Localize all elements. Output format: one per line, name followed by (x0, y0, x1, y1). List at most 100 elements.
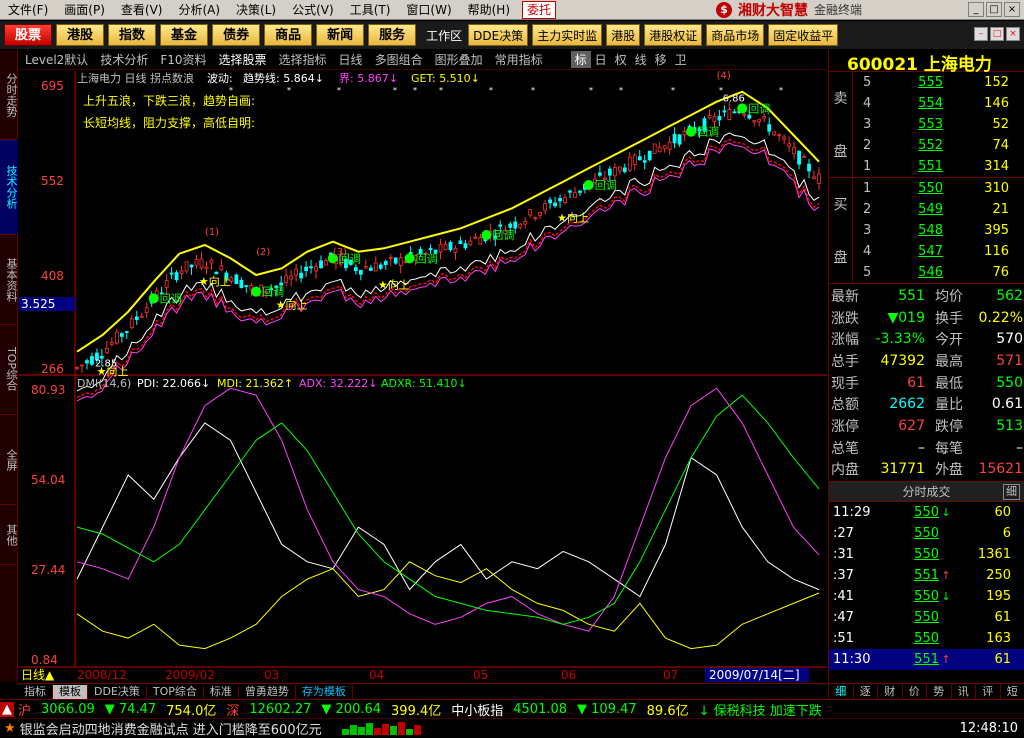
period-label[interactable]: 日线▲ (21, 668, 55, 682)
trade-row[interactable]: :51 550 163 (829, 628, 1024, 649)
line-icon[interactable]: 线 (631, 51, 651, 68)
bid-row[interactable]: 1 550 310 (853, 178, 1024, 199)
menu-file[interactable]: 文件(F) (0, 0, 56, 20)
f10-menu[interactable]: F10资料 (154, 51, 212, 68)
trade-row[interactable]: :41 550 ↓ 195 (829, 586, 1024, 607)
level2-default[interactable]: Level2默认 (19, 51, 94, 68)
tab-standard[interactable]: 标准 (204, 685, 239, 699)
menu-view[interactable]: 查看(V) (113, 0, 171, 20)
tool-fund-button[interactable]: 基金 (160, 24, 208, 46)
tool-bond-button[interactable]: 债券 (212, 24, 260, 46)
tab-top[interactable]: TOP综合 (147, 685, 204, 699)
ask-row[interactable]: 3 553 52 (853, 114, 1024, 135)
bid-row[interactable]: 5 546 76 (853, 262, 1024, 283)
menu-window[interactable]: 窗口(W) (398, 0, 459, 20)
link-hk[interactable]: 港股 (606, 24, 640, 46)
right-tab[interactable]: 财 (878, 684, 903, 699)
move-icon[interactable]: 移 (651, 51, 671, 68)
close-icon[interactable]: × (1004, 2, 1020, 17)
select-stock-menu[interactable]: 选择股票 (213, 51, 273, 68)
price[interactable]: 548 (881, 223, 943, 238)
sidetab-technical[interactable]: 技术分析 (0, 140, 18, 235)
trade-row[interactable]: :37 551 ↑ 250 (829, 565, 1024, 586)
ask-row[interactable]: 5 555 152 (853, 72, 1024, 93)
price[interactable]: 549 (881, 202, 943, 217)
right-tab[interactable]: 势 (927, 684, 952, 699)
common-indicator-menu[interactable]: 常用指标 (489, 51, 549, 68)
trade-row[interactable]: :47 550 61 (829, 607, 1024, 628)
link-fixed-income[interactable]: 固定收益平 (768, 24, 838, 46)
price[interactable]: 552 (881, 138, 943, 153)
link-main-monitor[interactable]: 主力实时监 (532, 24, 602, 46)
restore-icon[interactable]: □ (986, 2, 1002, 17)
tab-zengyong[interactable]: 曾勇趋势 (239, 685, 296, 699)
overlay-menu[interactable]: 图形叠加 (429, 51, 489, 68)
tab-dde[interactable]: DDE决策 (88, 685, 147, 699)
tab-template[interactable]: 模板 (53, 685, 88, 699)
workspace-label[interactable]: 工作区 (426, 27, 462, 44)
right-tab[interactable]: 评 (976, 684, 1001, 699)
bid-row[interactable]: 4 547 116 (853, 241, 1024, 262)
tool-index-button[interactable]: 指数 (108, 24, 156, 46)
link-dde[interactable]: DDE决策 (468, 24, 528, 46)
trade-row[interactable]: :27 550 6 (829, 523, 1024, 544)
price[interactable]: 547 (881, 244, 943, 259)
trade-row[interactable]: :31 550 1361 (829, 544, 1024, 565)
right-tab[interactable]: 短 (1001, 684, 1024, 699)
price[interactable]: 555 (881, 75, 943, 90)
right-tab[interactable]: 讯 (952, 684, 977, 699)
price[interactable]: 551 (881, 159, 943, 174)
trade-row[interactable]: 11:29 550 ↓ 60 (829, 502, 1024, 523)
price[interactable]: 554 (881, 96, 943, 111)
sidetab-top[interactable]: TOP综合 (0, 325, 18, 415)
ask-row[interactable]: 4 554 146 (853, 93, 1024, 114)
tool-stocks-button[interactable]: 股票 (4, 24, 52, 46)
tech-analysis-menu[interactable]: 技术分析 (94, 51, 154, 68)
link-commodity-market[interactable]: 商品市场 (706, 24, 764, 46)
ask-row[interactable]: 1 551 314 (853, 156, 1024, 177)
menu-help[interactable]: 帮助(H) (460, 0, 518, 20)
trade-row[interactable]: 11:30 551 ↑ 61 (829, 649, 1024, 670)
sz-index[interactable]: 12602.27 (249, 702, 311, 717)
right-tab[interactable]: 价 (903, 684, 928, 699)
link-hk-warrant[interactable]: 港股权证 (644, 24, 702, 46)
mark-icon[interactable]: 标 (571, 51, 591, 68)
ask-row[interactable]: 2 552 74 (853, 135, 1024, 156)
inner-minimize-icon[interactable]: – (974, 27, 988, 41)
price[interactable]: 546 (881, 265, 943, 280)
technical-chart[interactable]: 上海电力 日线 拐点数浪 波动: 趋势线: 5.864↓ 界: 5.867↓ G… (19, 71, 827, 682)
sidetab-intraday[interactable]: 分时走势 (0, 50, 18, 140)
bid-row[interactable]: 2 549 21 (853, 199, 1024, 220)
bid-row[interactable]: 3 548 395 (853, 220, 1024, 241)
tool-service-button[interactable]: 服务 (368, 24, 416, 46)
trades-detail-button[interactable]: 细 (1003, 484, 1020, 500)
rights-icon[interactable]: 权 (611, 51, 631, 68)
right-tab[interactable]: 细 (829, 684, 854, 699)
trade-button[interactable]: 委托 (522, 1, 556, 19)
price[interactable]: 550 (881, 181, 943, 196)
inner-close-icon[interactable]: × (1006, 27, 1020, 41)
menu-screen[interactable]: 画面(P) (56, 0, 113, 20)
tool-hk-button[interactable]: 港股 (56, 24, 104, 46)
tool-news-button[interactable]: 新闻 (316, 24, 364, 46)
sidetab-fullscreen[interactable]: 全屏 (0, 415, 18, 505)
minimize-icon[interactable]: _ (968, 2, 984, 17)
right-tab[interactable]: 逐 (854, 684, 879, 699)
inner-restore-icon[interactable]: □ (990, 27, 1004, 41)
sme-index[interactable]: 4501.08 (513, 702, 567, 717)
sh-index[interactable]: 3066.09 (41, 702, 95, 717)
menu-decision[interactable]: 决策(L) (228, 0, 284, 20)
price[interactable]: 553 (881, 117, 943, 132)
news-headline[interactable]: 银监会启动四地消费金融试点 进入门槛降至600亿元 (20, 719, 322, 738)
alert-text[interactable]: ↓ 保税科技 加速下跌 (699, 700, 822, 719)
menu-formula[interactable]: 公式(V) (284, 0, 342, 20)
select-indicator-menu[interactable]: 选择指标 (273, 51, 333, 68)
guard-icon[interactable]: 卫 (671, 51, 691, 68)
menu-tools[interactable]: 工具(T) (342, 0, 399, 20)
sidetab-other[interactable]: 其他 (0, 505, 18, 565)
daily-menu[interactable]: 日线 (333, 51, 369, 68)
tool-commodity-button[interactable]: 商品 (264, 24, 312, 46)
day-icon[interactable]: 日 (591, 51, 611, 68)
sidetab-basic-info[interactable]: 基本资料 (0, 235, 18, 325)
tab-save-template[interactable]: 存为模板 (296, 685, 353, 699)
